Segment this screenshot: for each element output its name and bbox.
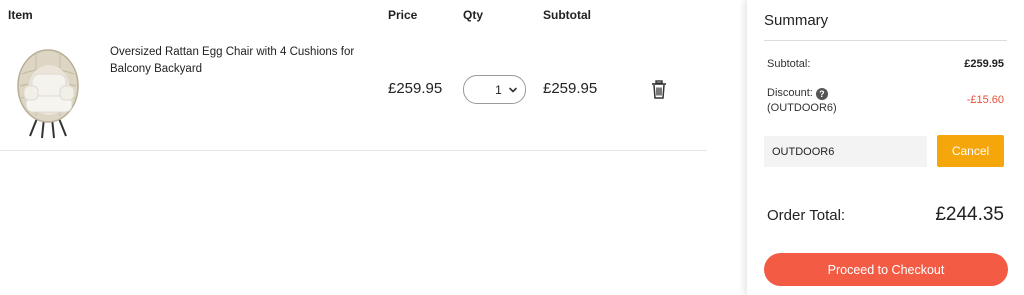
summary-divider (764, 40, 1007, 41)
cancel-coupon-button[interactable]: Cancel (937, 135, 1004, 167)
qty-select[interactable]: 1 (463, 75, 526, 104)
discount-label: Discount: (767, 87, 813, 99)
item-price: £259.95 (388, 80, 443, 97)
summary-panel: Summary Subtotal: £259.95 Discount:? (OU… (747, 0, 1024, 295)
header-qty: Qty (463, 8, 484, 22)
subtotal-value: £259.95 (964, 58, 1004, 70)
subtotal-label: Subtotal: (767, 58, 811, 70)
order-total-value: £244.35 (935, 204, 1004, 225)
coupon-code-input[interactable] (764, 136, 927, 167)
cart-page: Item Price Qty Subtotal Oversized Rattan… (0, 0, 1024, 295)
header-item: Item (8, 8, 33, 22)
cart-table: Item Price Qty Subtotal Oversized Rattan… (0, 0, 707, 295)
trash-icon[interactable] (650, 80, 668, 100)
summary-title: Summary (764, 12, 829, 29)
item-subtotal: £259.95 (543, 80, 598, 97)
header-price: Price (388, 8, 418, 22)
chevron-down-icon (509, 87, 517, 93)
proceed-to-checkout-button[interactable]: Proceed to Checkout (764, 253, 1008, 286)
discount-label-row: Discount:? (767, 86, 828, 101)
discount-value: -£15.60 (966, 94, 1004, 106)
row-divider (0, 150, 707, 151)
discount-code: (OUTDOOR6) (767, 102, 837, 114)
egg-chair-image[interactable] (12, 44, 84, 140)
header-subtotal: Subtotal (543, 8, 591, 22)
qty-value: 1 (495, 82, 502, 97)
product-name-link[interactable]: Oversized Rattan Egg Chair with 4 Cushio… (110, 44, 380, 78)
order-total-label: Order Total: (767, 207, 846, 224)
help-icon[interactable]: ? (815, 88, 828, 100)
